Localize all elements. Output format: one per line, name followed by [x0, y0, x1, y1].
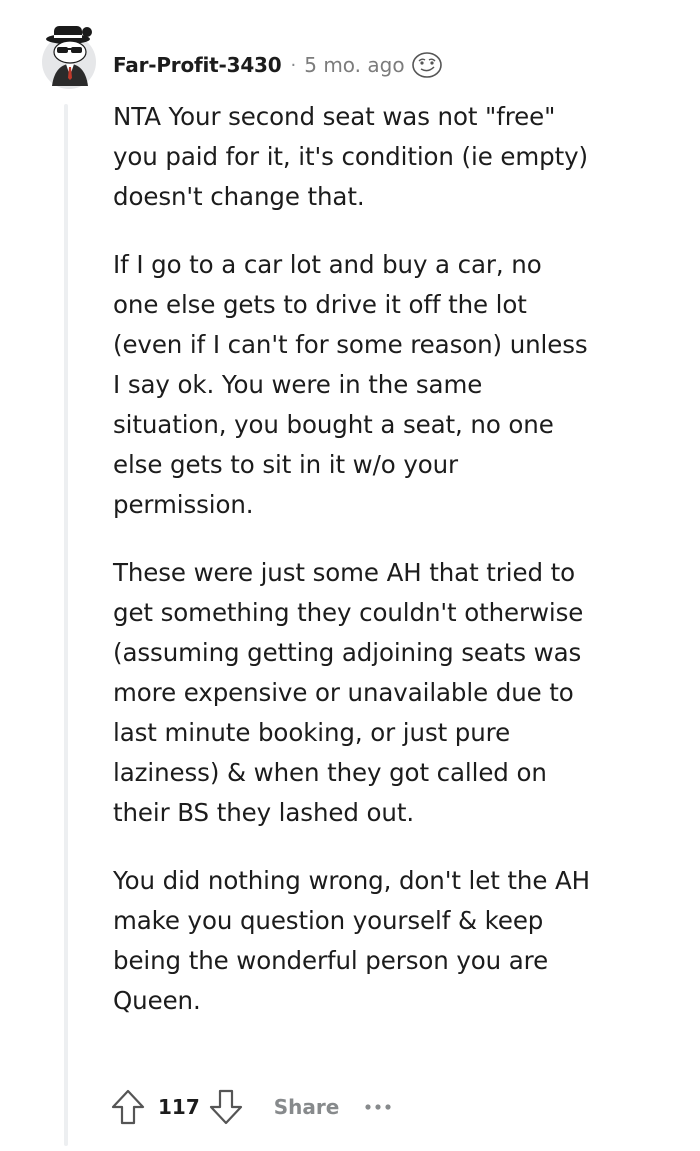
comment-paragraph: If I go to a car lot and buy a car, no o…	[113, 250, 588, 519]
comment-paragraph: You did nothing wrong, don't let the AH …	[113, 866, 591, 1015]
comment-header: Far-Profit-3430 · 5 mo. ago	[113, 50, 443, 80]
share-button[interactable]: Share	[274, 1095, 340, 1119]
smirk-emoji-icon	[411, 50, 443, 80]
username-link[interactable]: Far-Profit-3430	[113, 53, 282, 77]
user-avatar[interactable]	[40, 22, 98, 90]
comment-paragraph: These were just some AH that tried to ge…	[113, 558, 584, 827]
timestamp[interactable]: 5 mo. ago	[304, 53, 404, 77]
comment-paragraph: NTA Your second seat was not "free" you …	[113, 102, 588, 211]
more-options-icon[interactable]	[363, 1097, 393, 1117]
comment-actions: 117 Share	[110, 1086, 393, 1128]
downvote-arrow-icon[interactable]	[208, 1087, 244, 1127]
comment: Far-Profit-3430 · 5 mo. ago NTA Your sec…	[0, 0, 700, 1151]
comment-body: NTA Your second seat was not "free" you …	[113, 97, 593, 1049]
upvote-arrow-icon[interactable]	[110, 1087, 146, 1127]
meta-separator: ·	[290, 54, 297, 76]
vote-score: 117	[158, 1095, 200, 1119]
thread-line[interactable]	[64, 104, 68, 1146]
avatar-icon	[42, 26, 96, 89]
